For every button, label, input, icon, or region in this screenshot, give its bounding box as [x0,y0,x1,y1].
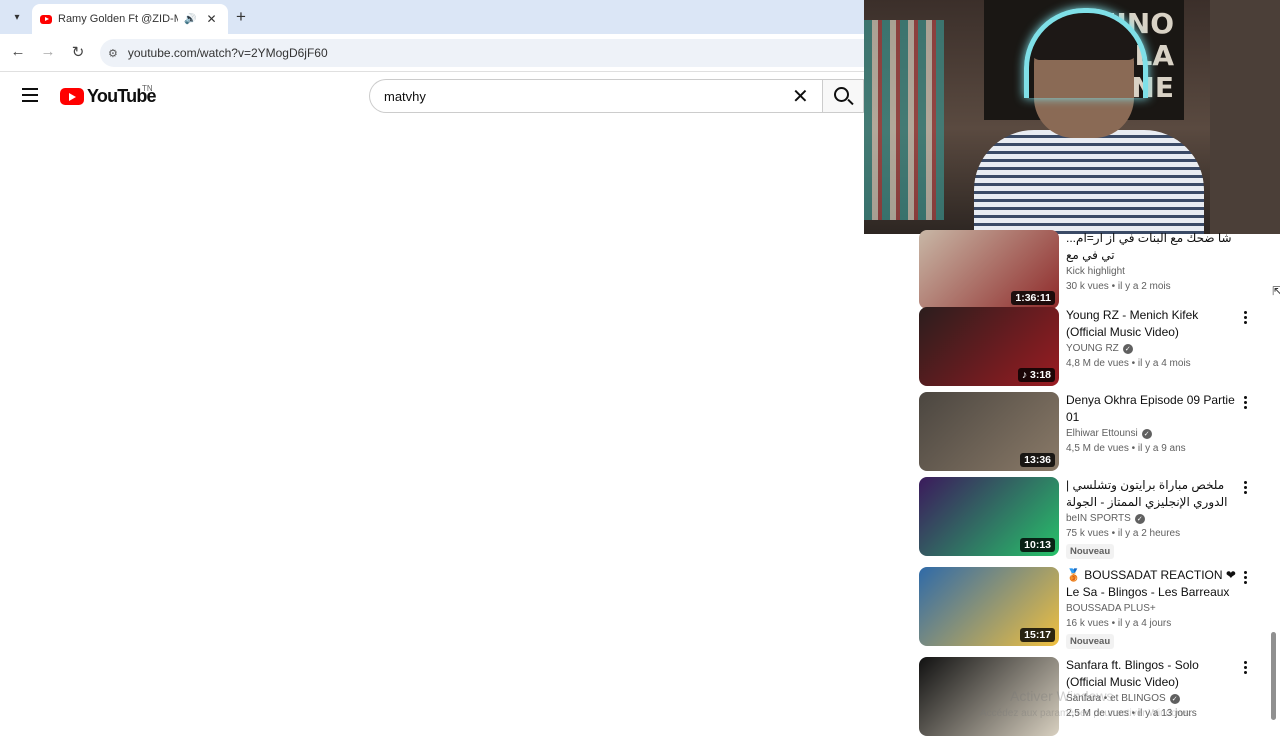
channel-name: BOUSSADA PLUS+ [1066,603,1156,614]
more-options-icon[interactable] [1244,311,1248,326]
youtube-play-logo-icon [60,88,84,105]
webcam-person-body [974,130,1204,234]
video-thumbnail[interactable]: ♪ 3:18 [919,307,1059,386]
video-title[interactable]: ...شا ضحك مع البنات في از ار=ام تي في مع [1066,230,1238,264]
mouse-cursor-icon: ⇱ [1272,284,1280,298]
tab-title: Ramy Golden Ft @ZID-Mus [58,13,178,25]
speaker-icon[interactable]: 🔊 [184,14,196,25]
video-duration: 1:36:11 [1011,291,1055,305]
video-stats: 4,5 M de vues • il y a 9 ans [1066,443,1186,454]
video-duration: 10:13 [1020,538,1055,552]
recommended-video-item[interactable]: 15:17 🥉 BOUSSADAT REACTION ❤ Le Sa - Blin… [919,567,1259,649]
webcam-curtain [864,20,944,220]
channel-name: YOUNG RZ [1066,343,1119,354]
video-channel[interactable]: beIN SPORTS ✓ [1066,513,1238,524]
verified-check-icon: ✓ [1169,693,1180,704]
video-meta: ملخص مباراة برايتون وتشلسي | الدوري الإن… [1066,477,1238,559]
video-thumbnail[interactable]: 15:17 [919,567,1059,646]
browser-tab-active[interactable]: Ramy Golden Ft @ZID-Mus 🔊 ✕ [32,4,228,34]
tab-close-icon[interactable]: ✕ [206,12,216,26]
video-thumbnail[interactable]: 10:13 [919,477,1059,556]
video-thumbnail[interactable]: 1:36:11 [919,230,1059,309]
windows-activation-subtext: Accédez aux paramètres pour activer Wind… [980,708,1192,719]
recommended-video-item[interactable]: ♪ 3:18 Young RZ - Menich Kifek (Official … [919,307,1259,387]
video-meta: Young RZ - Menich Kifek (Official Music … [1066,307,1238,369]
video-stats: 4,8 M de vues • il y a 4 mois [1066,358,1191,369]
video-duration: 13:36 [1020,453,1055,467]
video-meta: 🥉 BOUSSADAT REACTION ❤ Le Sa - Blingos -… [1066,567,1238,649]
verified-check-icon: ✓ [1134,513,1145,524]
more-options-icon[interactable] [1244,661,1248,676]
tab-search-chevron-icon[interactable]: ▾ [6,6,28,28]
video-duration: 15:17 [1020,628,1055,642]
url-text: youtube.com/watch?v=2YMogD6jF60 [127,46,328,60]
video-channel[interactable]: Elhiwar Ettounsi ✓ [1066,428,1238,439]
browser-address-bar: ← → ↻ ⚙ youtube.com/watch?v=2YMogD6jF60 [0,34,880,72]
video-channel[interactable]: BOUSSADA PLUS+ [1066,603,1238,614]
video-title[interactable]: 🥉 BOUSSADAT REACTION ❤ Le Sa - Blingos -… [1066,567,1238,601]
video-meta: Denya Okhra Episode 09 Partie 01 Elhiwar … [1066,392,1238,454]
video-title[interactable]: Young RZ - Menich Kifek (Official Music … [1066,307,1238,341]
new-badge: Nouveau [1066,634,1115,649]
search-input[interactable]: matvhy [369,79,823,113]
video-meta: ...شا ضحك مع البنات في از ار=ام تي في مع… [1066,230,1238,292]
url-field[interactable]: ⚙ youtube.com/watch?v=2YMogD6jF60 [100,39,880,67]
recommended-video-item[interactable]: 10:13 ملخص مباراة برايتون وتشلسي | الدوري… [919,477,1259,559]
clear-search-icon[interactable]: ✕ [792,84,809,109]
webcam-wall [1210,0,1280,234]
recommended-video-item[interactable]: 1:36:11 ...شا ضحك مع البنات في از ار=ام ت… [919,230,1259,310]
country-code: TN [142,84,153,93]
verified-check-icon: ✓ [1122,343,1133,354]
search-icon [834,87,849,102]
hamburger-menu-icon[interactable] [22,88,38,102]
video-stats: 16 k vues • il y a 4 jours [1066,618,1172,629]
video-title[interactable]: ملخص مباراة برايتون وتشلسي | الدوري الإن… [1066,477,1238,511]
video-channel[interactable]: Kick highlight [1066,266,1238,277]
video-title[interactable]: Sanfara ft. Blingos - Solo (Official Mus… [1066,657,1238,691]
reload-icon[interactable]: ↻ [68,43,88,61]
new-badge: Nouveau [1066,544,1115,559]
video-stats: 75 k vues • il y a 2 heures [1066,528,1181,539]
more-options-icon[interactable] [1244,481,1248,496]
video-channel[interactable]: YOUNG RZ ✓ [1066,343,1238,354]
channel-name: Elhiwar Ettounsi [1066,428,1138,439]
video-title[interactable]: Denya Okhra Episode 09 Partie 01 [1066,392,1238,426]
youtube-favicon-icon [40,14,52,24]
video-stats: 30 k vues • il y a 2 mois [1066,281,1171,292]
verified-check-icon: ✓ [1141,428,1152,439]
browser-tab-bar: ▾ Ramy Golden Ft @ZID-Mus 🔊 ✕ + [0,0,864,34]
windows-activation-watermark: Activer Windows [1010,688,1114,704]
site-info-icon[interactable]: ⚙ [108,47,118,60]
channel-name: beIN SPORTS [1066,513,1131,524]
video-duration: ♪ 3:18 [1017,368,1055,382]
forward-arrow-icon[interactable]: → [38,43,58,60]
channel-name: Kick highlight [1066,266,1125,277]
search-query-text: matvhy [384,88,426,104]
webcam-overlay: FINO ALLA FINE [864,0,1280,234]
more-options-icon[interactable] [1244,396,1248,411]
back-arrow-icon[interactable]: ← [8,43,28,60]
recommended-video-item[interactable]: 13:36 Denya Okhra Episode 09 Partie 01 Elh… [919,392,1259,472]
page-scrollbar[interactable] [1271,632,1276,720]
search-button[interactable] [822,79,864,113]
video-thumbnail[interactable]: 13:36 [919,392,1059,471]
more-options-icon[interactable] [1244,571,1248,586]
new-tab-button[interactable]: + [236,7,246,27]
